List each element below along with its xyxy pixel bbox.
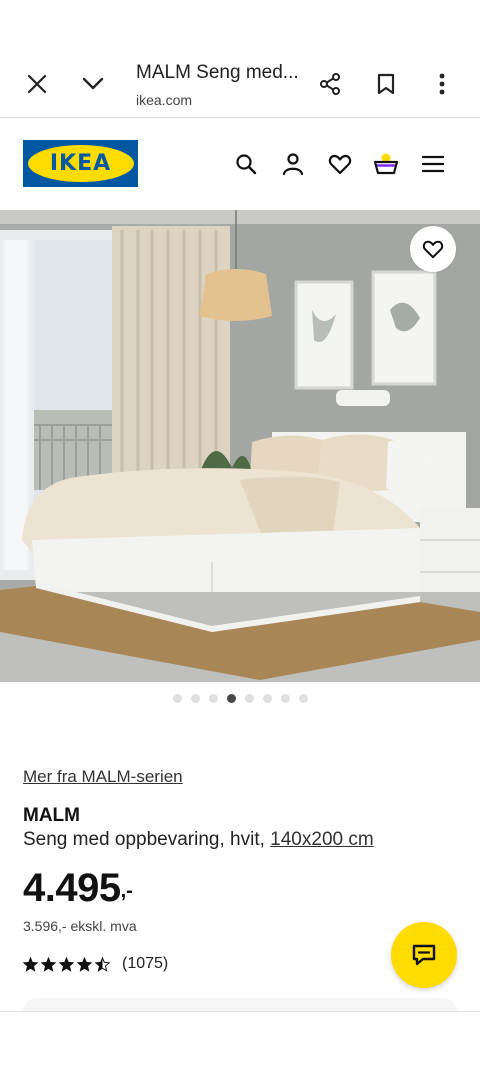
carousel-dot[interactable] — [298, 694, 308, 703]
carousel-dot[interactable] — [190, 694, 200, 703]
ikea-logo[interactable]: IKEA — [23, 140, 138, 187]
carousel-dot[interactable] — [280, 694, 290, 703]
more-vert-icon[interactable] — [422, 64, 462, 104]
review-count: (1075) — [122, 955, 169, 972]
carousel-dots — [0, 694, 480, 703]
product-description: Seng med oppbevaring, hvit, 140x200 cm — [23, 829, 374, 851]
carousel-dot[interactable] — [244, 694, 254, 703]
chat-button[interactable] — [391, 922, 457, 988]
share-icon[interactable] — [310, 64, 350, 104]
carousel-dot[interactable] — [208, 694, 218, 703]
browser-toolbar: MALM Seng med... ikea.com — [0, 0, 480, 118]
star-full-icon — [41, 956, 56, 972]
search-icon[interactable] — [228, 146, 264, 182]
price-integer: 4.495 — [23, 866, 121, 910]
size-link[interactable]: 140x200 cm — [270, 829, 374, 850]
chevron-down-icon[interactable] — [73, 64, 113, 104]
logo-oval: IKEA — [27, 145, 134, 182]
rating[interactable]: (1075) — [23, 955, 168, 973]
star-full-icon — [23, 956, 38, 972]
heart-icon[interactable] — [322, 146, 358, 182]
rating-stars — [23, 956, 110, 972]
bedroom-photo — [0, 210, 480, 682]
user-icon[interactable] — [275, 146, 311, 182]
menu-icon[interactable] — [415, 146, 451, 182]
heart-icon — [422, 240, 444, 259]
price-decimal: ,- — [120, 880, 133, 902]
price: 4.495,- — [23, 866, 133, 911]
carousel-dot[interactable] — [172, 694, 182, 703]
browser-url: ikea.com — [136, 92, 193, 108]
favourite-button[interactable] — [410, 226, 456, 272]
product-image[interactable] — [0, 210, 480, 682]
star-half-icon — [95, 956, 110, 972]
site-header: IKEA — [0, 118, 480, 210]
carousel-dot[interactable] — [262, 694, 272, 703]
chat-icon — [412, 944, 436, 966]
browser-page-title: MALM Seng med... — [136, 62, 299, 83]
logo-text: IKEA — [49, 151, 112, 176]
basket-icon[interactable] — [368, 146, 404, 182]
star-full-icon — [59, 956, 74, 972]
star-full-icon — [77, 956, 92, 972]
bookmark-icon[interactable] — [366, 64, 406, 104]
price-ex-vat: 3.596,- ekskl. mva — [23, 918, 137, 934]
series-link[interactable]: Mer fra MALM-serien — [23, 767, 183, 787]
carousel-dot[interactable] — [226, 694, 236, 703]
bottom-bar — [0, 1012, 480, 1067]
product-name: MALM — [23, 805, 80, 826]
close-icon[interactable] — [17, 64, 57, 104]
product-description-text: Seng med oppbevaring, hvit, — [23, 829, 265, 850]
